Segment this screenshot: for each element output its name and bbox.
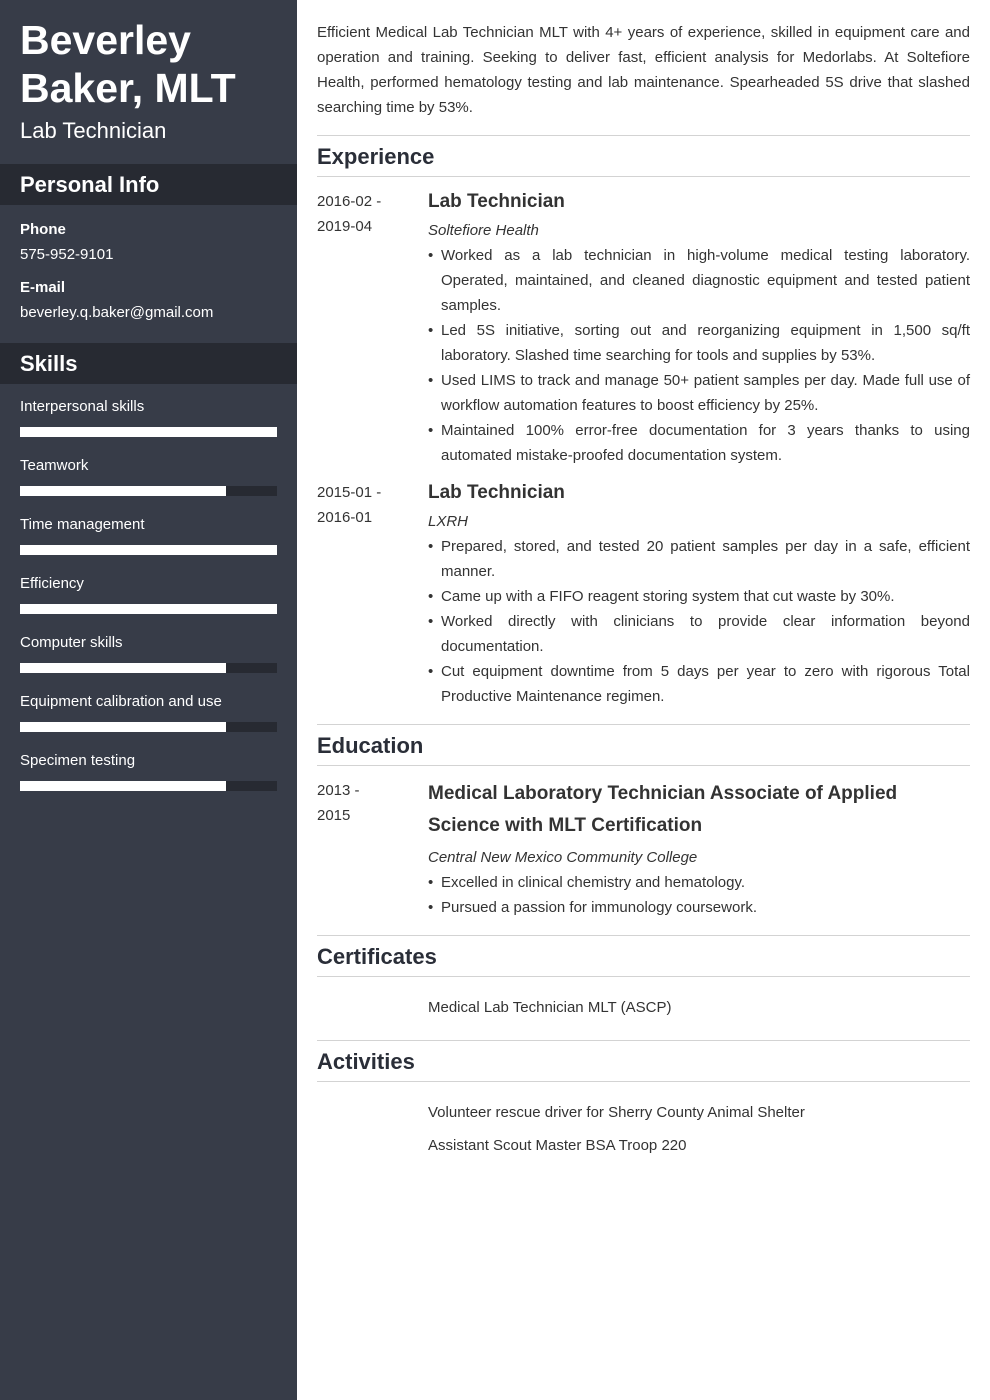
company-name: Soltefiore Health (428, 222, 539, 239)
skill-name: Teamwork (20, 457, 89, 474)
skill-level-bar (20, 663, 277, 673)
skill-item: Computer skills (20, 632, 277, 691)
sidebar: Beverley Baker, MLT Lab Technician Perso… (0, 0, 297, 1400)
skill-level-fill (20, 722, 226, 732)
activity-item: Assistant Scout Master BSA Troop 220 (428, 1137, 687, 1154)
bullet-item: Led 5S initiative, sorting out and reorg… (428, 318, 970, 368)
activities-list: Volunteer rescue driver for Sherry Count… (317, 1082, 970, 1163)
email-label: E-mail (20, 279, 66, 296)
skill-item: Time management (20, 514, 277, 573)
bullet-item: Pursued a passion for immunology coursew… (428, 895, 970, 920)
skill-name: Computer skills (20, 634, 123, 651)
date-start: 2016-02 - (317, 193, 382, 210)
school-name: Central New Mexico Community College (428, 849, 698, 866)
bullet-item: Excelled in clinical chemistry and hemat… (428, 870, 970, 895)
bullet-item: Worked directly with clinicians to provi… (428, 609, 970, 659)
entry-body: Lab Technician Soltefiore Health Worked as… (428, 189, 970, 468)
skill-name: Equipment calibration and use (20, 693, 222, 710)
bullet-item: Worked as a lab technician in high-volum… (428, 243, 970, 318)
skill-level-bar (20, 722, 277, 732)
skills-heading: Skills (0, 343, 297, 384)
job-title: Lab Technician (20, 118, 167, 143)
certificates-section: Certificates Medical Lab Technician MLT … (317, 935, 970, 1025)
main-content: Efficient Medical Lab Technician MLT wit… (317, 20, 970, 1163)
skill-level-bar (20, 486, 277, 496)
email-value[interactable]: beverley.q.baker@gmail.com (20, 300, 277, 325)
bullet-item: Maintained 100% error-free documentation… (428, 418, 970, 468)
skill-level-fill (20, 604, 277, 614)
experience-heading: Experience (317, 136, 970, 177)
date-end: 2015 (317, 807, 351, 824)
skill-name: Specimen testing (20, 752, 136, 769)
skill-level-fill (20, 427, 277, 437)
skill-item: Interpersonal skills (20, 396, 277, 455)
bullet-item: Used LIMS to track and manage 50+ patien… (428, 368, 970, 418)
skill-name: Efficiency (20, 575, 84, 592)
skill-level-fill (20, 781, 226, 791)
date-start: 2013 - (317, 782, 360, 799)
skill-level-fill (20, 663, 226, 673)
job-title: Lab Technician (428, 191, 565, 212)
bullet-list: Excelled in clinical chemistry and hemat… (428, 870, 970, 920)
skill-level-fill (20, 545, 277, 555)
skill-item: Teamwork (20, 455, 277, 514)
skill-level-fill (20, 486, 226, 496)
activities-section: Activities Volunteer rescue driver for S… (317, 1040, 970, 1163)
name-line-2: Baker, MLT (20, 65, 236, 111)
name-line-1: Beverley (20, 17, 191, 63)
job-title: Lab Technician (428, 482, 565, 503)
experience-entry: 2015-01 - 2016-01 Lab Technician LXRH Prepar… (317, 480, 970, 709)
company-name: LXRH (428, 513, 469, 530)
phone-label: Phone (20, 221, 66, 238)
entry-body: Medical Laboratory Technician Associate … (428, 778, 970, 920)
certificates-list: Medical Lab Technician MLT (ASCP) (317, 977, 970, 1025)
skill-level-bar (20, 604, 277, 614)
skills-list: Interpersonal skills Teamwork Time managem… (0, 384, 297, 809)
education-entry: 2013 - 2015 Medical Laboratory Technician … (317, 778, 970, 920)
activity-item: Volunteer rescue driver for Sherry Count… (428, 1104, 805, 1121)
experience-section: Experience 2016-02 - 2019-04 Lab Technicia… (317, 135, 970, 709)
education-list: 2013 - 2015 Medical Laboratory Technician … (317, 778, 970, 920)
skill-item: Specimen testing (20, 750, 277, 809)
phone-value[interactable]: 575-952-9101 (20, 242, 277, 267)
certificates-heading: Certificates (317, 936, 970, 977)
entry-body: Lab Technician LXRH Prepared, stored, and … (428, 480, 970, 709)
entry-date: 2015-01 - 2016-01 (317, 480, 428, 709)
entry-date: 2016-02 - 2019-04 (317, 189, 428, 468)
bullet-item: Came up with a FIFO reagent storing syst… (428, 584, 970, 609)
skill-level-bar (20, 781, 277, 791)
date-start: 2015-01 - (317, 484, 382, 501)
bullet-item: Prepared, stored, and tested 20 patient … (428, 534, 970, 584)
bullet-item: Cut equipment downtime from 5 days per y… (428, 659, 970, 709)
date-end: 2016-01 (317, 509, 373, 526)
experience-list: 2016-02 - 2019-04 Lab Technician Soltefiore… (317, 189, 970, 709)
degree-title: Medical Laboratory Technician Associate … (428, 783, 898, 836)
bullet-list: Prepared, stored, and tested 20 patient … (428, 534, 970, 709)
skill-name: Time management (20, 516, 145, 533)
education-heading: Education (317, 725, 970, 766)
skill-item: Equipment calibration and use (20, 691, 277, 750)
skill-item: Efficiency (20, 573, 277, 632)
personal-info-heading: Personal Info (0, 164, 297, 205)
skill-level-bar (20, 545, 277, 555)
skill-name: Interpersonal skills (20, 398, 145, 415)
entry-date: 2013 - 2015 (317, 778, 428, 920)
personal-info: Phone 575-952-9101 E-mail beverley.q.bak… (0, 205, 297, 343)
candidate-name: Beverley Baker, MLT (0, 0, 297, 112)
experience-entry: 2016-02 - 2019-04 Lab Technician Soltefiore… (317, 189, 970, 468)
date-end: 2019-04 (317, 218, 373, 235)
activities-heading: Activities (317, 1041, 970, 1082)
bullet-list: Worked as a lab technician in high-volum… (428, 243, 970, 468)
education-section: Education 2013 - 2015 Medical Laboratory T… (317, 724, 970, 920)
certificate-item: Medical Lab Technician MLT (ASCP) (428, 999, 672, 1016)
skill-level-bar (20, 427, 277, 437)
summary: Efficient Medical Lab Technician MLT wit… (317, 24, 970, 116)
